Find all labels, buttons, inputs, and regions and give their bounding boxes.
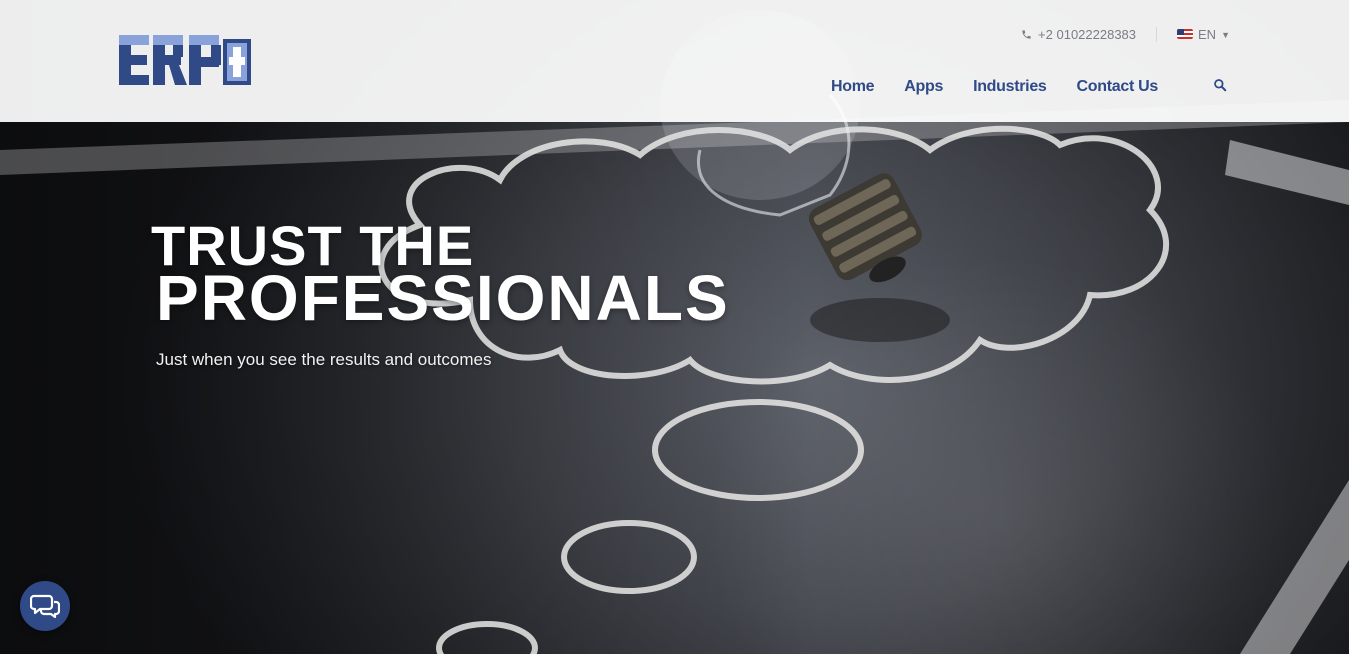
nav-apps[interactable]: Apps (889, 76, 958, 98)
search-button[interactable] (1213, 78, 1231, 96)
hero-title-line-2: PROFESSIONALS (156, 262, 730, 334)
chevron-down-icon: ▼ (1221, 30, 1230, 40)
main-nav: Home Apps Industries Contact Us (816, 76, 1173, 98)
hero-subtitle: Just when you see the results and outcom… (156, 350, 492, 369)
phone-number: +2 01022228383 (1038, 26, 1137, 42)
phone-icon (1022, 29, 1031, 39)
language-label: EN (1198, 26, 1217, 42)
chat-bubbles-icon (30, 594, 60, 619)
nav-home[interactable]: Home (816, 76, 889, 98)
nav-contact-us[interactable]: Contact Us (1062, 76, 1173, 98)
hero-heading-block: TRUST THE PROFESSIONALS Just when you se… (151, 218, 730, 370)
erp-logo[interactable] (119, 35, 251, 87)
language-selector[interactable]: EN ▼ (1157, 27, 1230, 42)
us-flag-icon (1177, 29, 1194, 39)
chat-button[interactable] (20, 581, 70, 631)
phone-contact[interactable]: +2 01022228383 (1021, 26, 1158, 42)
site-header: +2 01022228383 EN ▼ Home Apps Industries… (0, 0, 1349, 122)
nav-industries[interactable]: Industries (958, 76, 1061, 98)
search-icon (1214, 79, 1227, 92)
top-bar: +2 01022228383 EN ▼ (1021, 25, 1230, 43)
